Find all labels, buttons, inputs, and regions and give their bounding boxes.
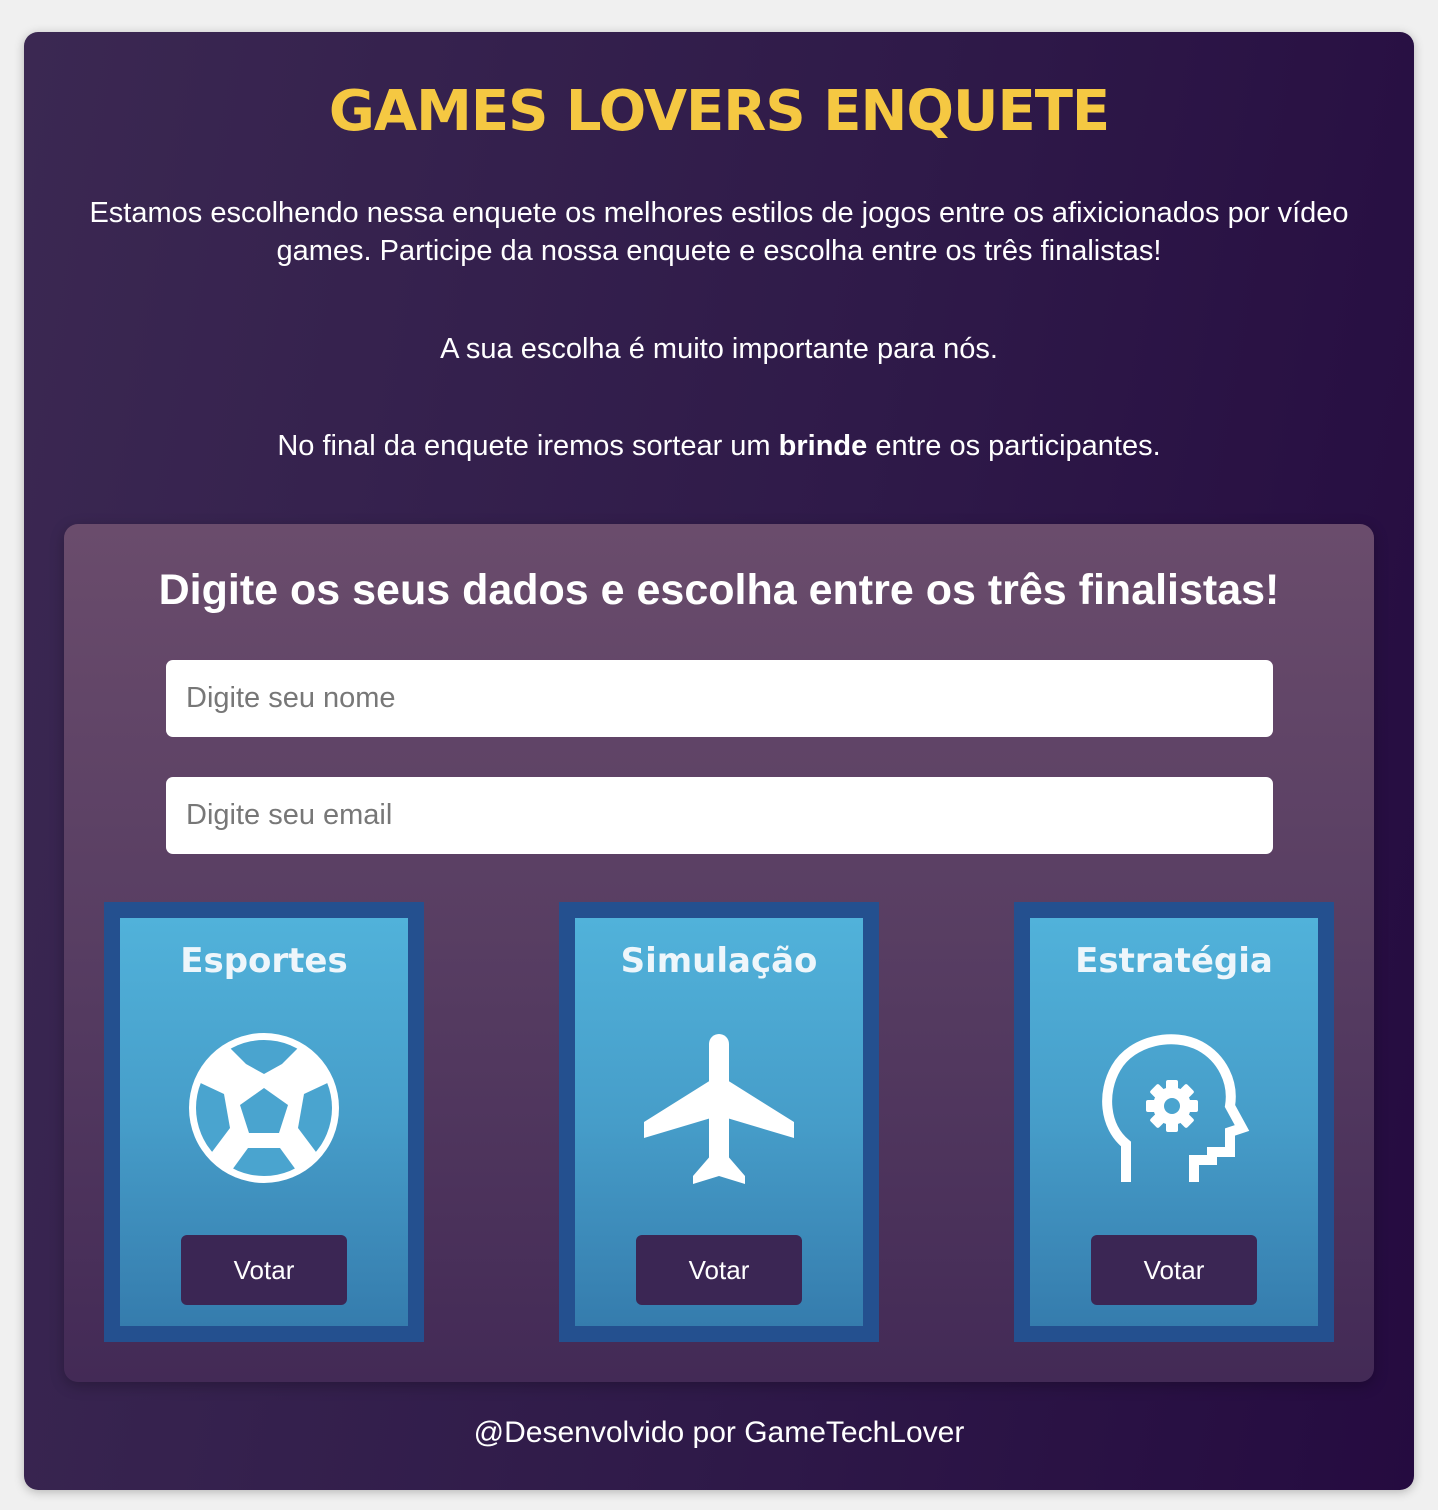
airplane-icon xyxy=(644,1034,794,1184)
intro-text: Estamos escolhendo nessa enquete os melh… xyxy=(89,197,1349,267)
vote-button-estrategia[interactable]: Votar xyxy=(1091,1235,1257,1305)
option-title: Estratégia xyxy=(1075,941,1273,981)
poll-page: GAMES LOVERS ENQUETE Estamos escolhendo … xyxy=(24,32,1414,1490)
prize-text: No final da enquete iremos sortear um br… xyxy=(84,427,1354,465)
option-card-simulacao: Simulação Votar xyxy=(559,902,879,1342)
option-title: Simulação xyxy=(620,941,818,981)
prize-suffix: entre os participantes. xyxy=(867,430,1161,462)
option-card-estrategia: Estratégia Votar xyxy=(1014,902,1334,1342)
option-card-esportes: Esportes Votar xyxy=(104,902,424,1342)
head-gear-icon xyxy=(1102,1034,1250,1182)
importance-text: A sua escolha é muito importante para nó… xyxy=(440,333,998,365)
soccer-ball-icon xyxy=(189,1033,339,1183)
name-input[interactable] xyxy=(166,660,1273,737)
vote-button-simulacao[interactable]: Votar xyxy=(636,1235,802,1305)
footer-credit: @Desenvolvido por GameTechLover xyxy=(473,1416,965,1449)
page-title: GAMES LOVERS ENQUETE xyxy=(328,79,1110,144)
form-title: Digite os seus dados e escolha entre os … xyxy=(158,566,1280,614)
vote-button-esportes[interactable]: Votar xyxy=(181,1235,347,1305)
prize-highlight: brinde xyxy=(778,430,868,462)
prize-prefix: No final da enquete iremos sortear um xyxy=(277,430,779,462)
vote-form-panel: Digite os seus dados e escolha entre os … xyxy=(64,524,1374,1382)
email-input[interactable] xyxy=(166,777,1273,854)
option-title: Esportes xyxy=(180,941,348,981)
